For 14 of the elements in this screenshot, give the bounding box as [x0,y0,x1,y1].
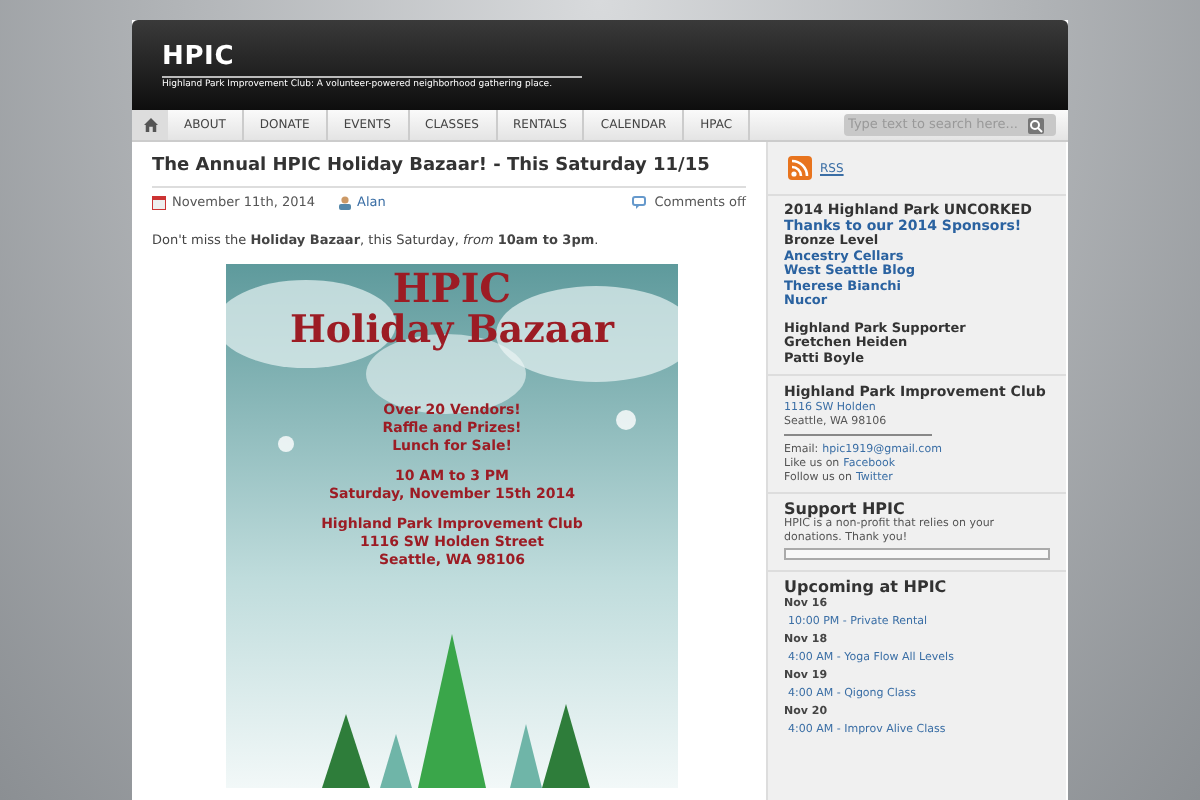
widget-title: Support HPIC [784,500,907,518]
calendar-icon [152,195,166,210]
home-icon [143,118,157,132]
post-title[interactable]: The Annual HPIC Holiday Bazaar! - This Saturday 11/15 [152,154,746,187]
flyer-title: Holiday Bazaar [289,312,615,350]
home-button[interactable] [132,110,168,140]
widget-title: Upcoming at HPIC [784,578,949,596]
flyer-heading: HPIC [392,268,512,308]
site-title[interactable]: HPIC [162,44,235,70]
donate-field[interactable] [784,548,1050,560]
person-icon [337,195,351,210]
search-icon [1028,117,1044,133]
rss-icon [788,156,812,180]
speech-bubble-icon [632,195,649,210]
